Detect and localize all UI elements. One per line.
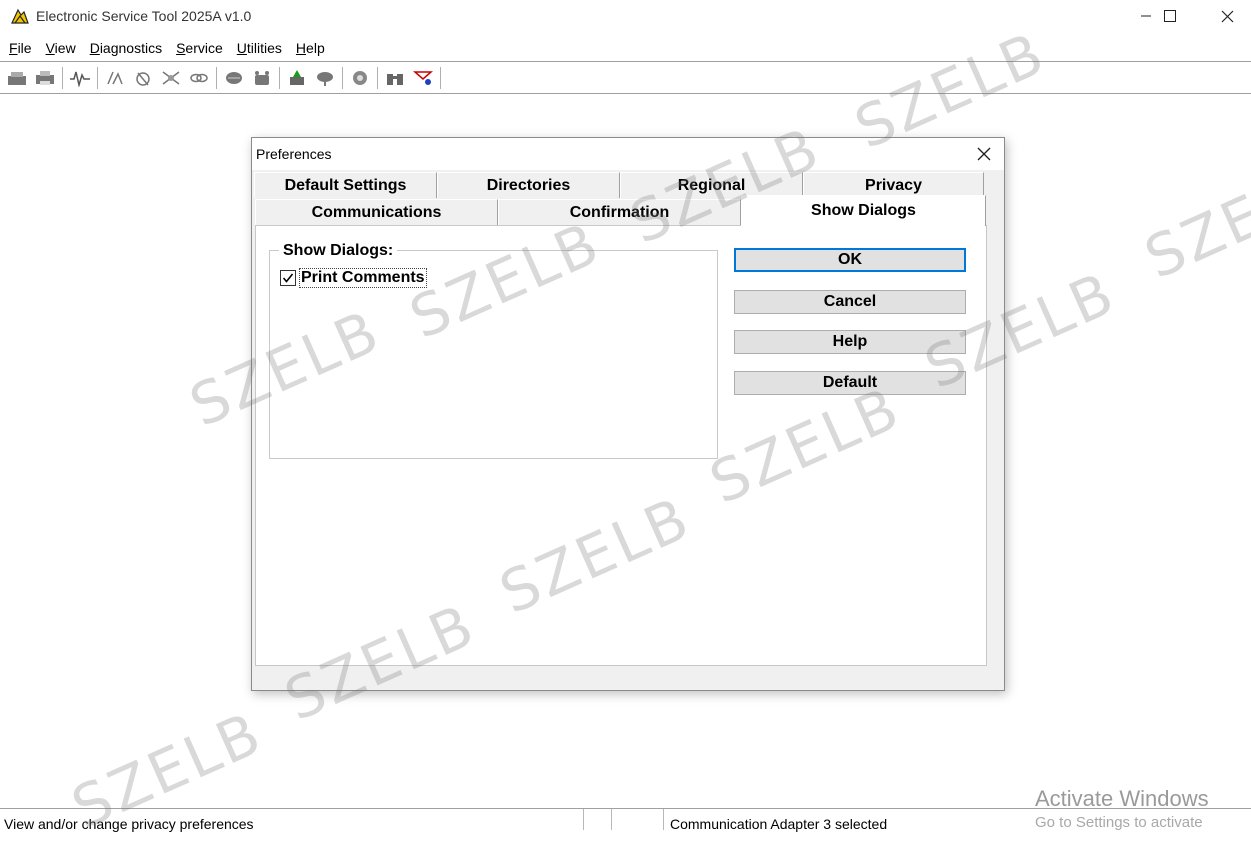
status-separator xyxy=(611,809,612,830)
watermark: SZELB xyxy=(1135,148,1251,293)
menu-view[interactable]: View xyxy=(39,40,83,56)
ecm-icon xyxy=(255,70,269,85)
toolbar-tests-button[interactable] xyxy=(129,65,157,91)
menu-bar: File View Diagnostics Service Utilities … xyxy=(0,36,1251,60)
close-icon xyxy=(1221,10,1233,22)
preferences-dialog: Preferences Default Settings Directories… xyxy=(251,137,1005,691)
tab-communications[interactable]: Communications xyxy=(255,199,498,225)
status-separator xyxy=(583,809,584,830)
tests-icon xyxy=(136,71,150,86)
binoculars-icon xyxy=(387,73,403,85)
toolbar-separator xyxy=(216,66,217,89)
menu-service[interactable]: Service xyxy=(169,40,230,56)
flag-icon xyxy=(413,70,433,85)
print-comments-label: Print Comments xyxy=(299,268,427,288)
maximize-icon xyxy=(1164,10,1176,22)
menu-file[interactable]: File xyxy=(2,40,39,56)
close-window-button[interactable] xyxy=(1204,0,1250,32)
toolbar-ecm-button[interactable] xyxy=(248,65,276,91)
toolbar-link-button[interactable] xyxy=(185,65,213,91)
toolbar-data-link-button[interactable] xyxy=(220,65,248,91)
app-logo-icon xyxy=(11,8,29,24)
toolbar-config-button[interactable] xyxy=(346,65,374,91)
toolbar-connect-button[interactable] xyxy=(3,65,31,91)
menu-help[interactable]: Help xyxy=(289,40,332,56)
dialog-title: Preferences xyxy=(256,146,332,162)
activate-windows-title: Activate Windows xyxy=(1035,786,1209,811)
dialog-close-button[interactable] xyxy=(972,142,996,166)
toolbar-separator xyxy=(279,66,280,89)
toolbar-status-button[interactable] xyxy=(101,65,129,91)
tab-confirmation[interactable]: Confirmation xyxy=(498,199,741,225)
menu-utilities[interactable]: Utilities xyxy=(230,40,289,56)
toolbar-separator xyxy=(342,66,343,89)
title-bar: Electronic Service Tool 2025A v1.0 xyxy=(0,0,1251,34)
toolbar-separator xyxy=(62,66,63,89)
status-message: View and/or change privacy preferences xyxy=(4,816,254,832)
tab-show-dialogs[interactable]: Show Dialogs xyxy=(741,195,986,226)
toolbar-find-button[interactable] xyxy=(381,65,409,91)
help-button[interactable]: Help xyxy=(734,330,966,354)
group-label: Show Dialogs: xyxy=(279,242,398,260)
toolbar-print-button[interactable] xyxy=(31,65,59,91)
tab-default-settings[interactable]: Default Settings xyxy=(254,172,437,198)
link-icon xyxy=(190,73,208,82)
data-link-icon xyxy=(226,71,242,84)
waveform-icon xyxy=(70,71,90,87)
calibration-icon xyxy=(162,70,180,85)
print-icon xyxy=(36,70,54,85)
window-title: Electronic Service Tool 2025A v1.0 xyxy=(36,8,252,24)
print-comments-checkbox[interactable] xyxy=(280,270,296,286)
status-separator xyxy=(663,809,664,830)
status-adapter: Communication Adapter 3 selected xyxy=(670,816,888,832)
menu-diagnostics[interactable]: Diagnostics xyxy=(83,40,169,56)
tab-panel-show-dialogs: Show Dialogs: Print Comments OK Cancel H… xyxy=(255,225,987,666)
status-icon xyxy=(107,71,123,84)
connect-icon xyxy=(8,71,26,85)
ok-button[interactable]: OK xyxy=(734,248,966,272)
toolbar-calibration-button[interactable] xyxy=(157,65,185,91)
print-comments-checkbox-row[interactable]: Print Comments xyxy=(280,267,427,289)
summary-icon xyxy=(317,71,333,86)
maximize-button[interactable] xyxy=(1147,0,1193,32)
toolbar-separator xyxy=(440,66,441,89)
cancel-button[interactable]: Cancel xyxy=(734,290,966,314)
toolbar-waveform-button[interactable] xyxy=(66,65,94,91)
show-dialogs-group: Show Dialogs: Print Comments xyxy=(269,242,718,459)
config-icon xyxy=(353,70,367,85)
default-button[interactable]: Default xyxy=(734,371,966,395)
toolbar-flash-button[interactable] xyxy=(283,65,311,91)
dialog-title-bar: Preferences xyxy=(252,138,1004,170)
close-icon xyxy=(977,147,991,161)
checkmark-icon xyxy=(282,273,294,283)
activate-windows-subtitle: Go to Settings to activate xyxy=(1035,814,1203,831)
tab-directories[interactable]: Directories xyxy=(437,172,620,198)
toolbar-separator xyxy=(97,66,98,89)
toolbar-flag-button[interactable] xyxy=(409,65,437,91)
toolbar-summary-button[interactable] xyxy=(311,65,339,91)
flash-icon xyxy=(290,69,304,85)
toolbar-separator xyxy=(377,66,378,89)
toolbar xyxy=(0,61,1251,94)
